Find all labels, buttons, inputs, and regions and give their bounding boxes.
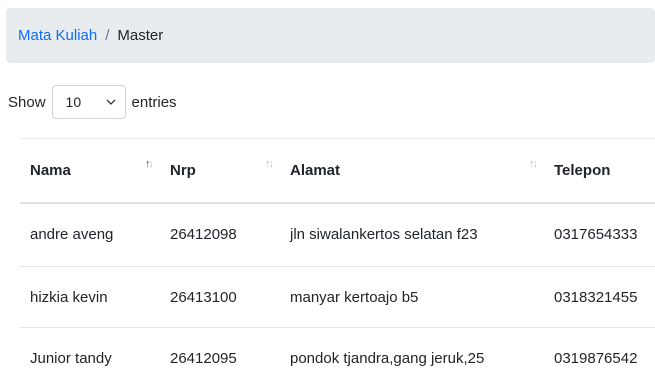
table-row: hizkia kevin 26413100 manyar kertoajo b5… bbox=[20, 266, 655, 328]
column-header-alamat[interactable]: Alamat ↑↓ bbox=[280, 138, 544, 204]
column-label: Nrp bbox=[170, 161, 196, 179]
chevron-down-icon bbox=[106, 99, 115, 105]
cell-nrp: 26413100 bbox=[160, 266, 280, 328]
cell-nrp: 26412095 bbox=[160, 327, 280, 389]
cell-nama: Junior tandy bbox=[20, 327, 160, 389]
cell-nama: hizkia kevin bbox=[20, 266, 160, 328]
sort-icon: ↑↓ bbox=[145, 158, 154, 170]
sort-icon: ↑↓ bbox=[265, 158, 274, 170]
column-header-telepon[interactable]: Telepon ↑↓ bbox=[544, 138, 655, 204]
cell-alamat: pondok tjandra,gang jeruk,25 bbox=[280, 327, 544, 389]
sort-icon: ↑↓ bbox=[529, 158, 538, 170]
breadcrumb-link-mata-kuliah[interactable]: Mata Kuliah bbox=[18, 27, 97, 44]
cell-nama: andre aveng bbox=[30, 226, 114, 244]
cell-nrp: 26412098 bbox=[170, 226, 237, 244]
breadcrumb: Mata Kuliah / Master bbox=[6, 8, 655, 63]
cell-alamat: jln siwalankertos selatan f23 bbox=[290, 226, 478, 244]
column-label: Alamat bbox=[290, 161, 341, 179]
cell-telepon: 0318321455 bbox=[544, 266, 655, 328]
entries-select[interactable]: 10 bbox=[51, 85, 126, 119]
show-label: Show bbox=[8, 93, 46, 111]
column-header-nrp[interactable]: Nrp ↑↓ bbox=[160, 138, 280, 204]
table-row: Junior tandy 26412095 pondok tjandra,gan… bbox=[20, 327, 655, 389]
column-header-nama[interactable]: Nama ↑↓ bbox=[20, 138, 160, 204]
breadcrumb-current: Master bbox=[117, 27, 164, 44]
cell-telepon: 0317654333 bbox=[554, 226, 638, 244]
table-row: andre aveng 26412098 jln siwalankertos s… bbox=[20, 203, 655, 267]
entries-length-control: Show 10 entries bbox=[8, 84, 177, 120]
table-header-row: Nama ↑↓ Nrp ↑↓ Alamat ↑↓ Telepon ↑↓ bbox=[20, 138, 655, 204]
cell-telepon: 0319876542 bbox=[544, 327, 655, 389]
breadcrumb-separator: / bbox=[105, 27, 110, 44]
column-label: Nama bbox=[30, 161, 71, 179]
entries-label: entries bbox=[131, 93, 177, 111]
column-label: Telepon bbox=[554, 161, 611, 179]
entries-select-value: 10 bbox=[65, 94, 82, 110]
cell-alamat: manyar kertoajo b5 bbox=[280, 266, 544, 328]
data-table: Nama ↑↓ Nrp ↑↓ Alamat ↑↓ Telepon ↑↓ andr… bbox=[20, 138, 655, 389]
